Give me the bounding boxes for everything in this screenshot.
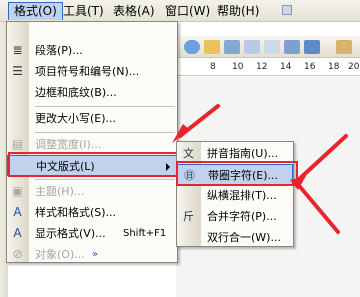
arrow-to-enclose-characters bbox=[290, 134, 348, 234]
annotation-arrows bbox=[172, 104, 348, 234]
arrow-to-chinese-layout bbox=[172, 104, 220, 143]
